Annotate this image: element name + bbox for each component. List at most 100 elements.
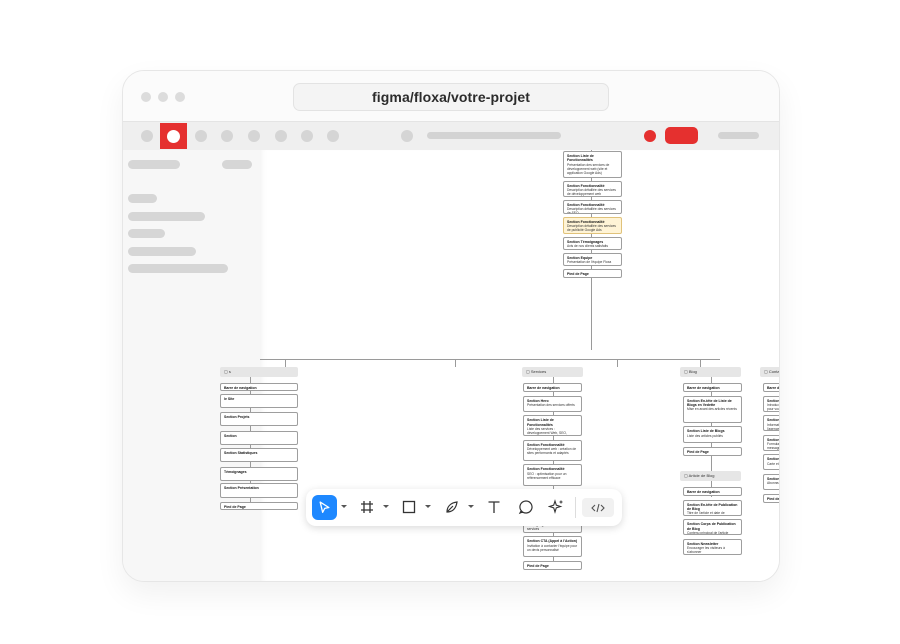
sidebar-item[interactable] xyxy=(128,194,157,203)
left-node[interactable]: Témoignages xyxy=(220,467,298,481)
file-name-placeholder[interactable] xyxy=(427,132,561,139)
window-maximize-dot[interactable] xyxy=(175,92,185,102)
toolbar-tool-1[interactable] xyxy=(195,130,207,142)
left-node[interactable]: Section xyxy=(220,431,298,445)
contact-node[interactable]: Barre de navigation xyxy=(763,383,779,392)
blog-node[interactable]: Section En-tête de Liste de Blogs en Ved… xyxy=(683,395,742,423)
node-description: Description détaillée des services de dé… xyxy=(567,188,616,197)
toolbar-tool-2[interactable] xyxy=(221,130,233,142)
chevron-down-icon[interactable] xyxy=(383,505,389,508)
sidebar-header-placeholder xyxy=(128,160,180,169)
blog-article-node[interactable]: Section Newsletter Encourager les visiteu… xyxy=(683,538,742,555)
center-node[interactable]: Section Liste de Fonctionnalités Présenta… xyxy=(563,151,622,178)
rectangle-tool-button[interactable] xyxy=(399,497,419,517)
section-header[interactable]: ▢ Blog xyxy=(680,367,741,377)
layers-sidebar xyxy=(123,150,260,581)
window-close-dot[interactable] xyxy=(141,92,151,102)
text-tool-button[interactable] xyxy=(484,497,504,517)
title-bar: figma/floxa/votre-projet xyxy=(123,71,779,121)
blog-node[interactable]: Section Liste de Blogs Liste des articles… xyxy=(683,426,742,444)
left-node[interactable]: Pied de Page xyxy=(220,502,298,510)
center-node[interactable]: Section Fonctionnalité Description détail… xyxy=(563,181,622,197)
file-icon[interactable] xyxy=(401,130,413,142)
node-description: Mise en avant des articles récents xyxy=(687,407,737,412)
user-avatar[interactable] xyxy=(644,130,656,142)
node-title: Section En-tête de Liste de Blogs en Ved… xyxy=(687,398,732,407)
connector-line xyxy=(591,150,592,350)
blog-node[interactable]: Pied de Page xyxy=(683,446,742,456)
contact-node[interactable]: Pied de Page xyxy=(763,493,780,503)
center-node[interactable]: Section Fonctionnalité Description détail… xyxy=(563,200,622,214)
left-node[interactable]: Section Statistiques xyxy=(220,448,298,462)
node-description: Liste des services : développement Web, … xyxy=(527,426,567,436)
services-node[interactable]: Pied de Page xyxy=(523,560,582,570)
contact-node[interactable]: Section HeroIntroduction : Nous sommes l… xyxy=(763,395,779,412)
address-bar[interactable]: figma/floxa/votre-projet xyxy=(293,83,609,111)
contact-node[interactable]: Section ContactInformations de contact d… xyxy=(763,415,780,432)
hash-frame-icon xyxy=(361,501,373,513)
node-title: Section Corps de Publication de Blog xyxy=(687,522,736,531)
sidebar-item[interactable] xyxy=(128,212,205,221)
sidebar-item[interactable] xyxy=(128,264,228,273)
left-node[interactable]: Barre de navigation xyxy=(220,383,298,391)
section-header[interactable]: ▢ Contact xyxy=(760,367,779,377)
node-title: Section Liste de Fonctionnalités xyxy=(567,154,594,163)
services-node[interactable]: Section Fonctionnalité Développement web … xyxy=(523,439,582,461)
node-description: Description détaillée des services de SE… xyxy=(567,207,616,214)
toolbar-tool-4[interactable] xyxy=(275,130,287,142)
node-title: Section Liste de Fonctionnalités xyxy=(527,418,554,427)
frame-tool-button[interactable] xyxy=(357,497,377,517)
node-title: Barre de navigation xyxy=(687,386,720,390)
sidebar-item[interactable] xyxy=(128,229,165,238)
center-node[interactable]: Pied de Page xyxy=(563,269,622,278)
node-description: Informations de contact de l'agence xyxy=(767,422,780,431)
node-description: Titre de l'article et date de publicatio… xyxy=(687,511,725,516)
left-node[interactable]: Section Présentation xyxy=(220,483,298,498)
contact-node[interactable]: Section Formulaire de ContactFormulaire … xyxy=(763,434,779,451)
section-header[interactable]: ▢ Article de Blog xyxy=(680,471,741,481)
ai-tool-button[interactable] xyxy=(546,497,566,517)
sidebar-page-placeholder[interactable] xyxy=(222,160,252,169)
center-node[interactable]: Section Fonctionnalité Description détail… xyxy=(563,217,622,234)
node-description: Description détaillée des services de pu… xyxy=(567,224,616,233)
toolbar-tool-3[interactable] xyxy=(248,130,260,142)
contact-node[interactable]: Section NewsletterAbonnez-vous à notre n… xyxy=(763,474,779,490)
dev-mode-button[interactable] xyxy=(582,498,614,517)
blog-node[interactable]: Barre de navigation xyxy=(683,383,742,392)
services-node[interactable]: Barre de navigation xyxy=(523,383,582,392)
move-tool-button[interactable] xyxy=(312,495,337,520)
node-title: Barre de navigation xyxy=(527,386,560,390)
section-header[interactable]: ▢ s xyxy=(220,367,298,377)
pen-tool-button[interactable] xyxy=(442,497,462,517)
connector-line xyxy=(455,359,456,367)
toolbar-tool-5[interactable] xyxy=(301,130,313,142)
node-description: Avis de nos clients satisfaits xyxy=(567,244,608,249)
toolbar-menu-icon[interactable] xyxy=(141,130,153,142)
node-title: Section xyxy=(224,434,237,438)
contact-node[interactable]: Section LocalisationCarte et adresse xyxy=(763,454,779,471)
left-node[interactable]: Section Projets xyxy=(220,412,298,426)
sidebar-item[interactable] xyxy=(128,247,196,256)
center-node[interactable]: Section Equipe Présentation de l'équipe F… xyxy=(563,253,622,266)
services-node[interactable]: Section Liste de Fonctionnalités Liste de… xyxy=(523,415,582,437)
comment-tool-button[interactable] xyxy=(516,497,536,517)
window-minimize-dot[interactable] xyxy=(158,92,168,102)
chevron-down-icon[interactable] xyxy=(468,505,474,508)
toolbar-active-tool[interactable] xyxy=(160,123,187,149)
chevron-down-icon[interactable] xyxy=(341,505,347,508)
chevron-down-icon[interactable] xyxy=(425,505,431,508)
node-description: Invitation à contacter l'équipe pour un … xyxy=(527,543,578,552)
services-node[interactable]: Section Fonctionnalité SEO : optimisation… xyxy=(523,464,582,487)
share-button[interactable] xyxy=(665,127,698,144)
node-title: Pied de Page xyxy=(767,496,780,501)
blog-article-node[interactable]: Section En-tête de Publication de Blog Ti… xyxy=(683,499,742,516)
blog-article-node[interactable]: Barre de navigation xyxy=(683,487,742,496)
section-header[interactable]: ▢ Services xyxy=(522,367,583,377)
blog-article-node[interactable]: Section Corps de Publication de Blog Cont… xyxy=(683,519,742,536)
zoom-placeholder[interactable] xyxy=(718,132,759,139)
left-node[interactable]: le Site xyxy=(220,394,298,408)
toolbar-tool-6[interactable] xyxy=(327,130,339,142)
center-node[interactable]: Section Témoignages Avis de nos clients s… xyxy=(563,237,622,250)
services-node[interactable]: Section Hero Présentation des services of… xyxy=(523,395,582,412)
services-node[interactable]: Section CTA (Appel à l'Action) Invitation… xyxy=(523,536,582,558)
